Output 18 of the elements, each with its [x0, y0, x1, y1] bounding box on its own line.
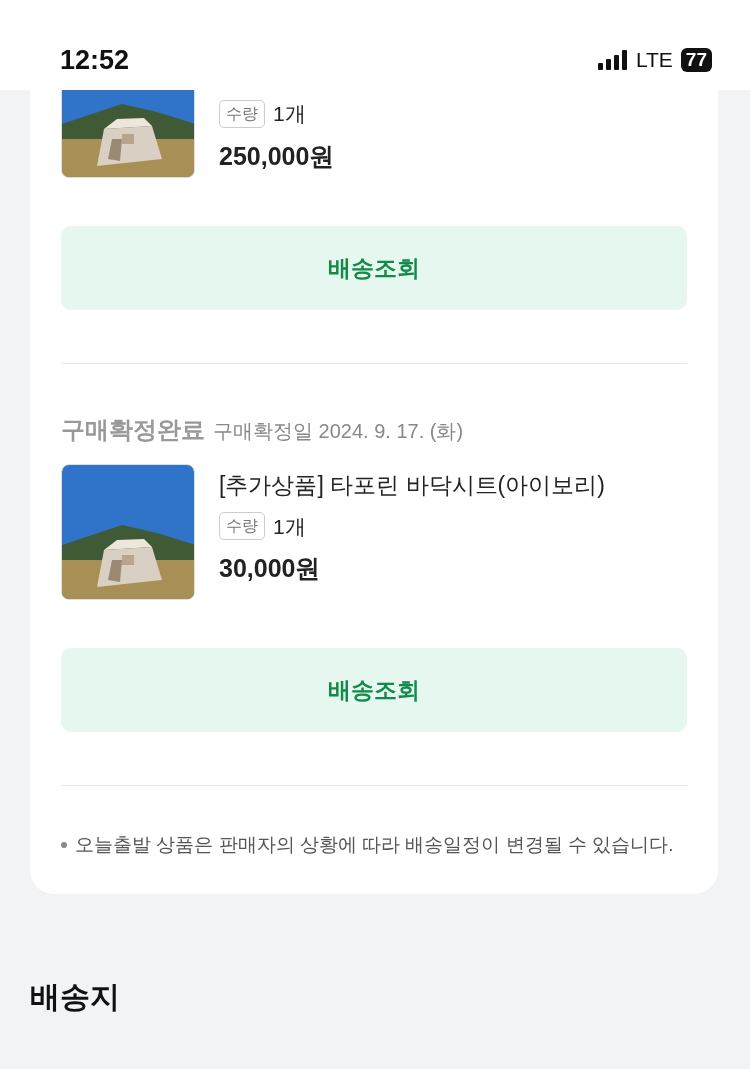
track-delivery-button[interactable]: 배송조회 [61, 226, 687, 310]
section-heading: 배송지 [30, 979, 121, 1015]
battery-level: 77 [680, 48, 712, 72]
order-status: 구매확정완료 [61, 415, 205, 445]
network-label: LTE [635, 47, 673, 74]
quantity-value: 1개 [273, 101, 306, 127]
notice-text: 오늘출발 상품은 판매자의 상황에 따라 배송일정이 변경될 수 있습니다. [75, 833, 674, 857]
track-delivery-button[interactable]: 배송조회 [61, 648, 687, 732]
product-price: 250,000원 [219, 140, 335, 172]
signal-icon [597, 50, 628, 70]
quantity-label: 수량 [219, 99, 265, 128]
product-price: 30,000원 [219, 553, 322, 584]
product-title: [추가상품] 타포린 바닥시트(아이보리) [219, 471, 605, 500]
bullet-icon [61, 842, 67, 848]
quantity-value: 1개 [273, 513, 306, 540]
confirm-date: 구매확정일 2024. 9. 17. (화) [213, 419, 464, 444]
quantity-label: 수량 [219, 512, 265, 541]
status-time: 12:52 [60, 43, 130, 77]
